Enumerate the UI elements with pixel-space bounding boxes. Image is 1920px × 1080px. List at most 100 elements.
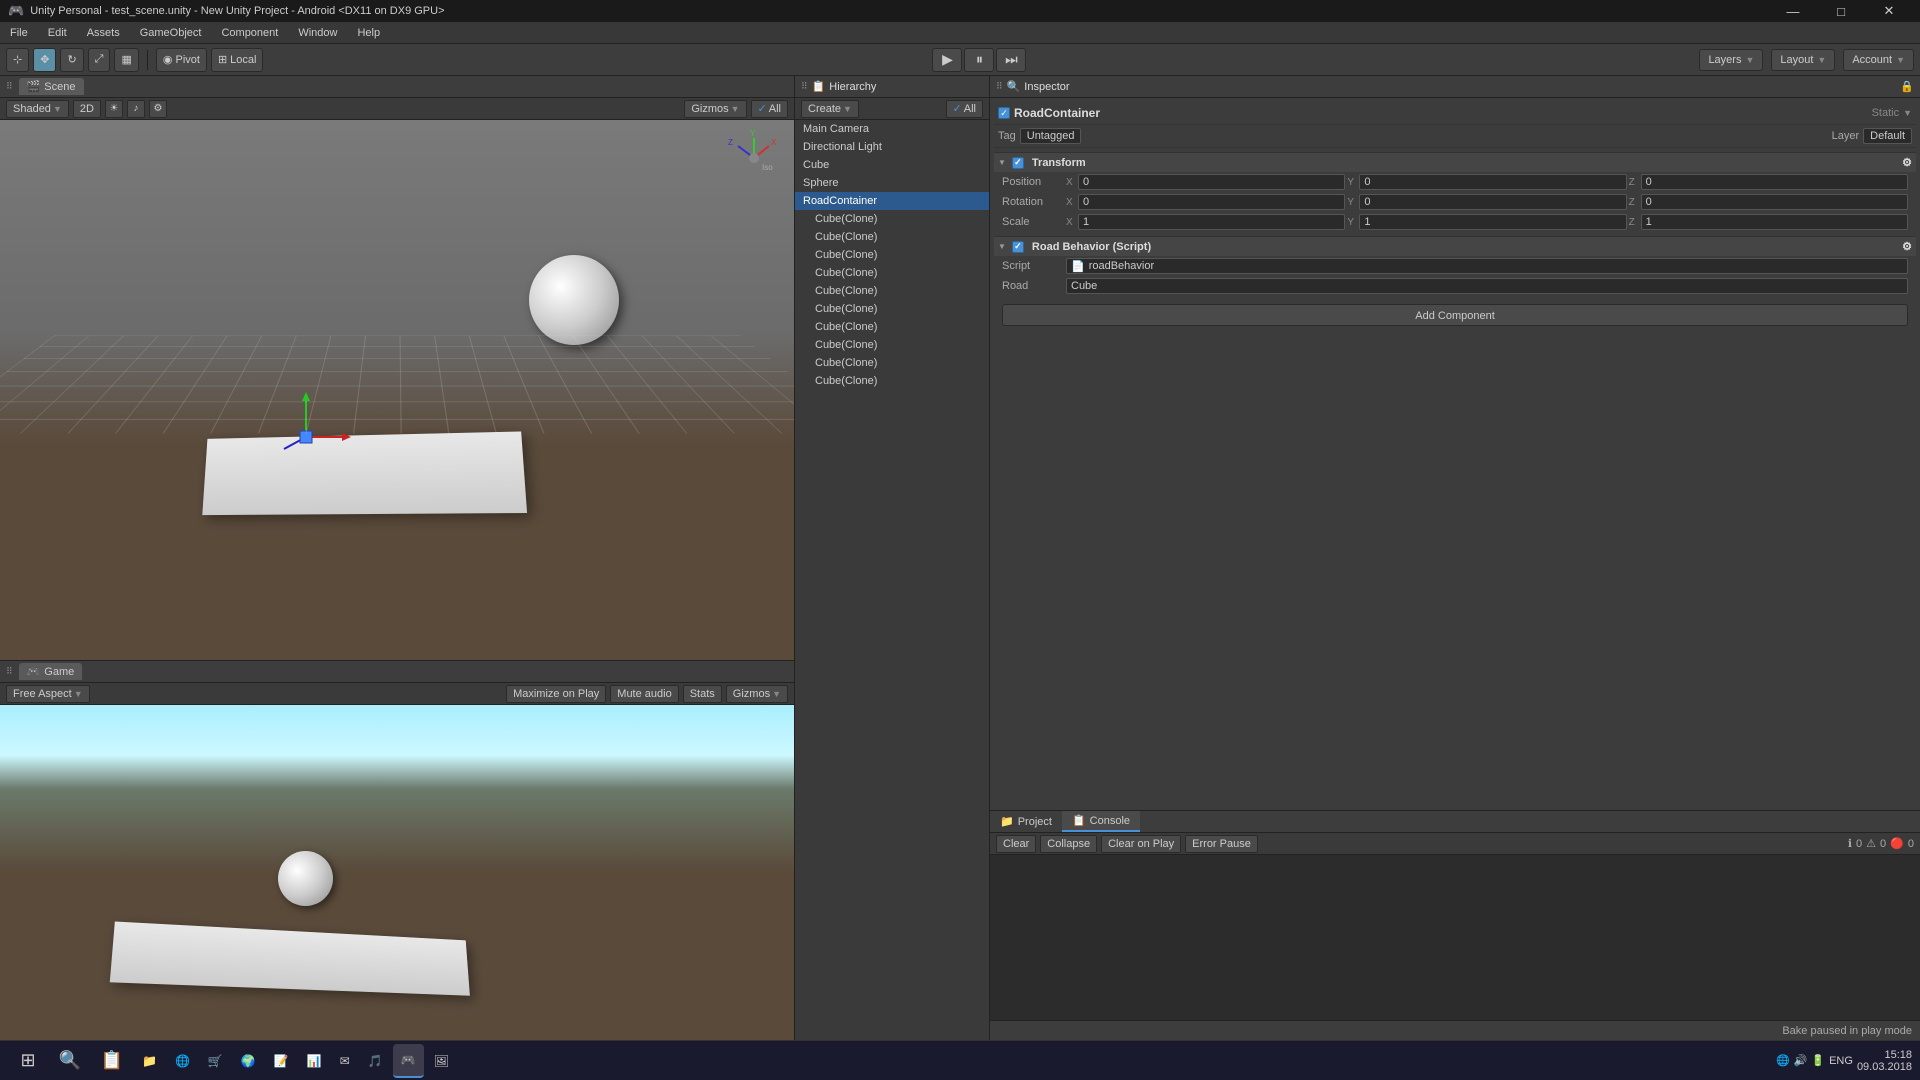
object-enabled-checkbox[interactable]: ✓ (998, 107, 1010, 119)
menu-file[interactable]: File (0, 22, 38, 43)
mute-audio-btn[interactable]: Mute audio (610, 685, 678, 703)
scene-lighting-btn[interactable]: ☀ (105, 100, 123, 118)
taskbar-word-btn[interactable]: 📝 (266, 1044, 297, 1078)
hierarchy-item-cube-clone-7[interactable]: Cube(Clone) (795, 336, 989, 354)
gizmos-dropdown[interactable]: Gizmos ▼ (684, 100, 746, 118)
scale-x-input[interactable]: 1 (1078, 214, 1345, 230)
scene-tab[interactable]: 🎬 Scene (19, 78, 84, 95)
menu-window[interactable]: Window (288, 22, 347, 43)
tag-value[interactable]: Untagged (1020, 128, 1082, 144)
minimize-button[interactable]: — (1770, 0, 1816, 22)
account-dropdown[interactable]: Account ▼ (1843, 49, 1914, 71)
position-y-input[interactable]: 0 (1359, 174, 1626, 190)
hierarchy-all-dropdown[interactable]: ✓ All (946, 100, 983, 118)
hierarchy-create-dropdown[interactable]: Create ▼ (801, 100, 859, 118)
road-behavior-settings-icon[interactable]: ⚙ (1902, 240, 1912, 253)
hierarchy-item-cube-clone-9[interactable]: Cube(Clone) (795, 372, 989, 390)
position-z-input[interactable]: 0 (1641, 174, 1908, 190)
taskbar-music-btn[interactable]: 🎵 (360, 1044, 391, 1078)
aspect-dropdown[interactable]: Free Aspect ▼ (6, 685, 90, 703)
game-panel-header: ⠿ 🎮 Game (0, 661, 794, 683)
project-tab[interactable]: 📁 Project (990, 811, 1062, 832)
menu-component[interactable]: Component (211, 22, 288, 43)
inspector-lock-icon[interactable]: 🔒 (1900, 80, 1914, 93)
add-component-button[interactable]: Add Component (1002, 304, 1908, 326)
maximize-play-btn[interactable]: Maximize on Play (506, 685, 606, 703)
transform-header[interactable]: ▼ ✓ Transform ⚙ (994, 152, 1916, 172)
game-view[interactable] (0, 705, 794, 1040)
transform-tool-2[interactable]: ↻ (60, 48, 83, 72)
taskbar-photoshop-btn[interactable]: 🖼 (426, 1044, 457, 1078)
taskbar-excel-btn[interactable]: 📊 (299, 1044, 330, 1078)
scene-audio-btn[interactable]: ♪ (127, 100, 145, 118)
clear-on-play-button[interactable]: Clear on Play (1101, 835, 1181, 853)
taskbar-search-btn[interactable]: 🔍 (50, 1043, 90, 1079)
taskbar-unity-btn[interactable]: 🎮 (393, 1044, 424, 1078)
rotation-z-input[interactable]: 0 (1641, 194, 1908, 210)
hierarchy-item-cube-clone-2[interactable]: Cube(Clone) (795, 246, 989, 264)
transform-tool-0[interactable]: ⊹ (6, 48, 29, 72)
hierarchy-item-road-container[interactable]: RoadContainer (795, 192, 989, 210)
transform-enabled[interactable]: ✓ (1012, 157, 1024, 169)
road-value[interactable]: Cube (1066, 278, 1908, 294)
hierarchy-item-cube-clone-5[interactable]: Cube(Clone) (795, 300, 989, 318)
scale-y-input[interactable]: 1 (1359, 214, 1626, 230)
clear-button[interactable]: Clear (996, 835, 1036, 853)
menu-edit[interactable]: Edit (38, 22, 77, 43)
shaded-dropdown[interactable]: Shaded ▼ (6, 100, 69, 118)
scene-view[interactable]: X Y Z Iso (0, 120, 794, 660)
hierarchy-item-cube-clone-1[interactable]: Cube(Clone) (795, 228, 989, 246)
hierarchy-item-directional-light[interactable]: Directional Light (795, 138, 989, 156)
pause-button[interactable]: ⏸ (964, 48, 994, 72)
hierarchy-item-main-camera[interactable]: Main Camera (795, 120, 989, 138)
play-button[interactable]: ▶ (932, 48, 962, 72)
menu-assets[interactable]: Assets (77, 22, 130, 43)
menu-help[interactable]: Help (347, 22, 390, 43)
2d-button[interactable]: 2D (73, 100, 101, 118)
maximize-button[interactable]: □ (1818, 0, 1864, 22)
close-button[interactable]: ✕ (1866, 0, 1912, 22)
all-checkmark-icon: ✓ (758, 102, 767, 115)
hierarchy-item-cube-clone-0[interactable]: Cube(Clone) (795, 210, 989, 228)
transform-settings-icon[interactable]: ⚙ (1902, 156, 1912, 169)
transform-tool-1[interactable]: ✥ (33, 48, 56, 72)
pivot-button[interactable]: ◉ Pivot (156, 48, 207, 72)
layer-value[interactable]: Default (1863, 128, 1912, 144)
rotation-x-input[interactable]: 0 (1078, 194, 1345, 210)
all-dropdown[interactable]: ✓ All (751, 100, 788, 118)
hierarchy-item-cube[interactable]: Cube (795, 156, 989, 174)
local-button[interactable]: ⊞ Local (211, 48, 264, 72)
error-pause-button[interactable]: Error Pause (1185, 835, 1258, 853)
scene-effects-btn[interactable]: ⚙ (149, 100, 167, 118)
taskbar-task-view-btn[interactable]: 📋 (92, 1043, 132, 1079)
hierarchy-item-sphere[interactable]: Sphere (795, 174, 989, 192)
position-x-input[interactable]: 0 (1078, 174, 1345, 190)
road-behavior-enabled[interactable]: ✓ (1012, 241, 1024, 253)
taskbar-mail-btn[interactable]: ✉ (332, 1044, 358, 1078)
transform-tool-3[interactable]: ⤢ (88, 48, 111, 72)
menu-gameobject[interactable]: GameObject (130, 22, 212, 43)
console-tab[interactable]: 📋 Console (1062, 811, 1140, 832)
road-behavior-header[interactable]: ▼ ✓ Road Behavior (Script) ⚙ (994, 236, 1916, 256)
taskbar-store-btn[interactable]: 🛒 (200, 1044, 231, 1078)
taskbar-start-btn[interactable]: ⊞ (8, 1043, 48, 1079)
transform-tool-4[interactable]: ▦ (114, 48, 138, 72)
game-tab[interactable]: 🎮 Game (19, 663, 83, 680)
step-button[interactable]: ⏭ (996, 48, 1026, 72)
taskbar-edge-btn[interactable]: 🌐 (167, 1044, 198, 1078)
game-gizmos-dropdown[interactable]: Gizmos ▼ (726, 685, 788, 703)
script-value[interactable]: 📄 roadBehavior (1066, 258, 1908, 274)
hierarchy-item-cube-clone-4[interactable]: Cube(Clone) (795, 282, 989, 300)
hierarchy-item-cube-clone-3[interactable]: Cube(Clone) (795, 264, 989, 282)
inspector-tab-label: Inspector (1024, 81, 1069, 93)
stats-btn[interactable]: Stats (683, 685, 722, 703)
scale-z-input[interactable]: 1 (1641, 214, 1908, 230)
layout-dropdown[interactable]: Layout ▼ (1771, 49, 1835, 71)
hierarchy-item-cube-clone-6[interactable]: Cube(Clone) (795, 318, 989, 336)
taskbar-explorer-btn[interactable]: 📁 (134, 1044, 165, 1078)
hierarchy-item-cube-clone-8[interactable]: Cube(Clone) (795, 354, 989, 372)
collapse-button[interactable]: Collapse (1040, 835, 1097, 853)
layers-dropdown[interactable]: Layers ▼ (1699, 49, 1763, 71)
rotation-y-input[interactable]: 0 (1359, 194, 1626, 210)
taskbar-chrome-btn[interactable]: 🌍 (233, 1044, 264, 1078)
